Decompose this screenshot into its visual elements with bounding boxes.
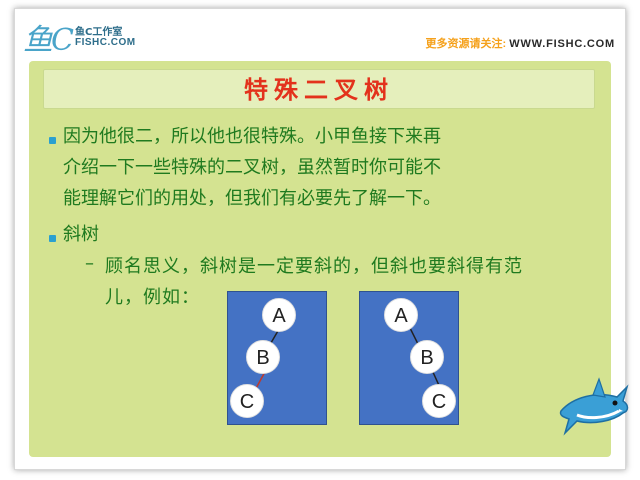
shark-mascot-icon (559, 377, 629, 436)
bullet-square-icon (49, 137, 56, 144)
sub-bullet-line: 儿，例如： (105, 287, 200, 308)
slide-title: 特殊二叉树 (244, 76, 394, 104)
sub-bullet-dash: – (85, 253, 94, 274)
sub-bullet: 顾名思义，斜树是一定要斜的，但斜也要斜得有范 儿，例如： (105, 251, 595, 313)
logo-script: 鱼C (23, 23, 74, 58)
bullet-line: 介绍一下一些特殊的二叉树，虽然暂时你可能不 (63, 157, 441, 178)
logo-english-name: FISHC.COM (75, 37, 136, 48)
sub-bullet-line: 顾名思义，斜树是一定要斜的，但斜也要斜得有范 (105, 256, 523, 277)
follow-label: 更多资源请关注: (425, 38, 507, 50)
follow-notice: 更多资源请关注: WWW.FISHC.COM (426, 35, 615, 51)
bullet-line: 能理解它们的用处，但我们有必要先了解一下。 (63, 188, 441, 209)
fishc-logo: 鱼C 鱼C工作室 FISHC.COM (23, 15, 153, 58)
left-skewed-tree-diagram: A B C (227, 291, 327, 425)
header: 鱼C 鱼C工作室 FISHC.COM 更多资源请关注: WWW.FISHC.CO… (15, 9, 625, 61)
tree-node-a: A (262, 298, 296, 332)
bullet-skewed-tree: 斜树 (63, 224, 99, 245)
tree-node-c: C (422, 384, 456, 418)
follow-url[interactable]: WWW.FISHC.COM (509, 38, 615, 50)
title-box: 特殊二叉树 (43, 69, 595, 109)
tree-node-c: C (230, 384, 264, 418)
bullet-intro: 因为他很二，所以他也很特殊。小甲鱼接下来再 介绍一下一些特殊的二叉树，虽然暂时你… (63, 121, 583, 214)
slide-content: 特殊二叉树 因为他很二，所以他也很特殊。小甲鱼接下来再 介绍一下一些特殊的二叉树… (29, 61, 611, 457)
tree-node-a: A (384, 298, 418, 332)
bullet-line: 因为他很二，所以他也很特殊。小甲鱼接下来再 (63, 126, 441, 147)
tree-node-b: B (246, 340, 280, 374)
tree-node-b: B (410, 340, 444, 374)
logo-chinese-name: 鱼C工作室 (75, 27, 123, 38)
bullet-square-icon (49, 235, 56, 242)
slide: 鱼C 鱼C工作室 FISHC.COM 更多资源请关注: WWW.FISHC.CO… (14, 8, 629, 470)
right-skewed-tree-diagram: A B C (359, 291, 459, 425)
